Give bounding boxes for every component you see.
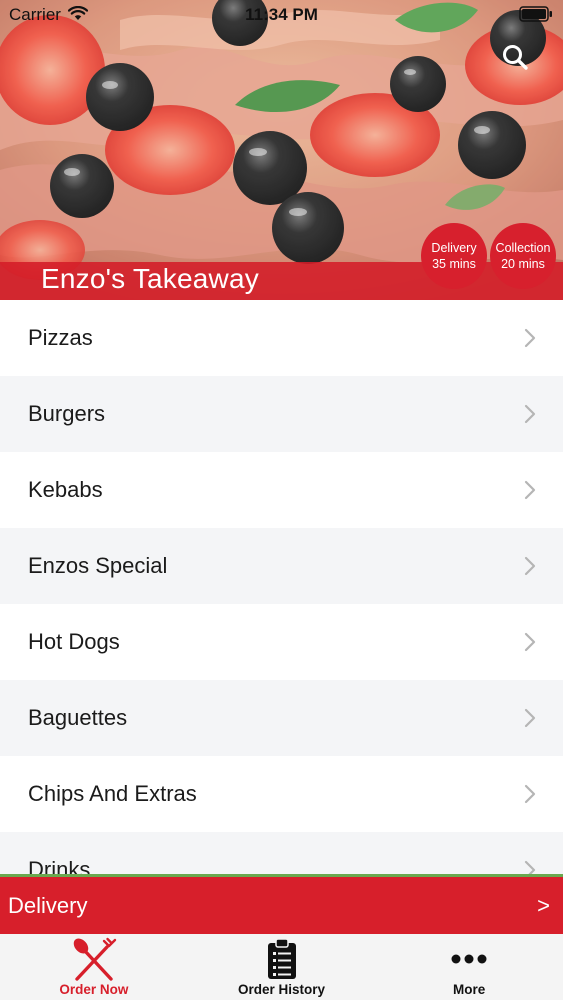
category-label: Chips And Extras [28,781,197,806]
search-button[interactable] [496,40,534,74]
status-bar: Carrier 11:34 PM [0,0,563,30]
chevron-right-icon [524,632,536,652]
category-label: Baguettes [28,705,128,730]
category-label: Pizzas [28,325,93,350]
category-row-kebabs[interactable]: Kebabs [0,452,563,528]
tab-order-history[interactable]: Order History [188,934,376,1000]
chevron-right-icon [524,708,536,728]
tab-label: More [453,982,486,997]
delivery-badge-label: Delivery [431,241,477,255]
category-row-pizzas[interactable]: Pizzas [0,300,563,376]
delivery-mode-bar[interactable]: Delivery > [0,874,563,934]
tab-order-now[interactable]: Order Now [0,934,188,1000]
collection-time-badge: Collection 20 mins [490,223,556,289]
chevron-right-icon [524,480,536,500]
category-row-hot-dogs[interactable]: Hot Dogs [0,604,563,680]
delivery-mode-label: Delivery [8,892,88,918]
restaurant-name: Enzo's Takeaway [41,263,259,294]
category-label: Hot Dogs [28,629,120,654]
battery-icon [519,6,553,27]
tab-more[interactable]: More [375,934,563,1000]
tab-label: Order Now [59,982,129,997]
status-time: 11:34 PM [245,5,318,24]
category-list: Pizzas Burgers Kebabs Enzos Special Hot … [0,300,563,876]
more-dots-icon [451,936,487,982]
delivery-badge-time: 35 mins [432,257,476,271]
tab-label: Order History [237,982,326,997]
chevron-right-icon [524,784,536,804]
clipboard-icon [267,936,297,982]
category-label: Enzos Special [28,553,168,578]
tab-bar: Order Now Order History More [0,934,563,1000]
delivery-arrow-icon: > [537,892,550,918]
chevron-right-icon [524,404,536,424]
category-row-chips-and-extras[interactable]: Chips And Extras [0,756,563,832]
category-row-burgers[interactable]: Burgers [0,376,563,452]
category-label: Burgers [28,401,106,426]
collection-badge-time: 20 mins [501,257,545,271]
chevron-right-icon [524,556,536,576]
category-row-drinks[interactable]: Drinks [0,832,563,876]
fork-knife-icon [71,936,117,982]
search-icon [503,45,528,70]
chevron-right-icon [524,328,536,348]
category-row-enzos-special[interactable]: Enzos Special [0,528,563,604]
collection-badge-label: Collection [495,241,551,255]
delivery-time-badge: Delivery 35 mins [421,223,487,289]
hero-banner: Carrier 11:34 PM Enzo's Takeaway Deliver… [0,0,563,300]
category-row-baguettes[interactable]: Baguettes [0,680,563,756]
category-label: Kebabs [28,477,103,502]
